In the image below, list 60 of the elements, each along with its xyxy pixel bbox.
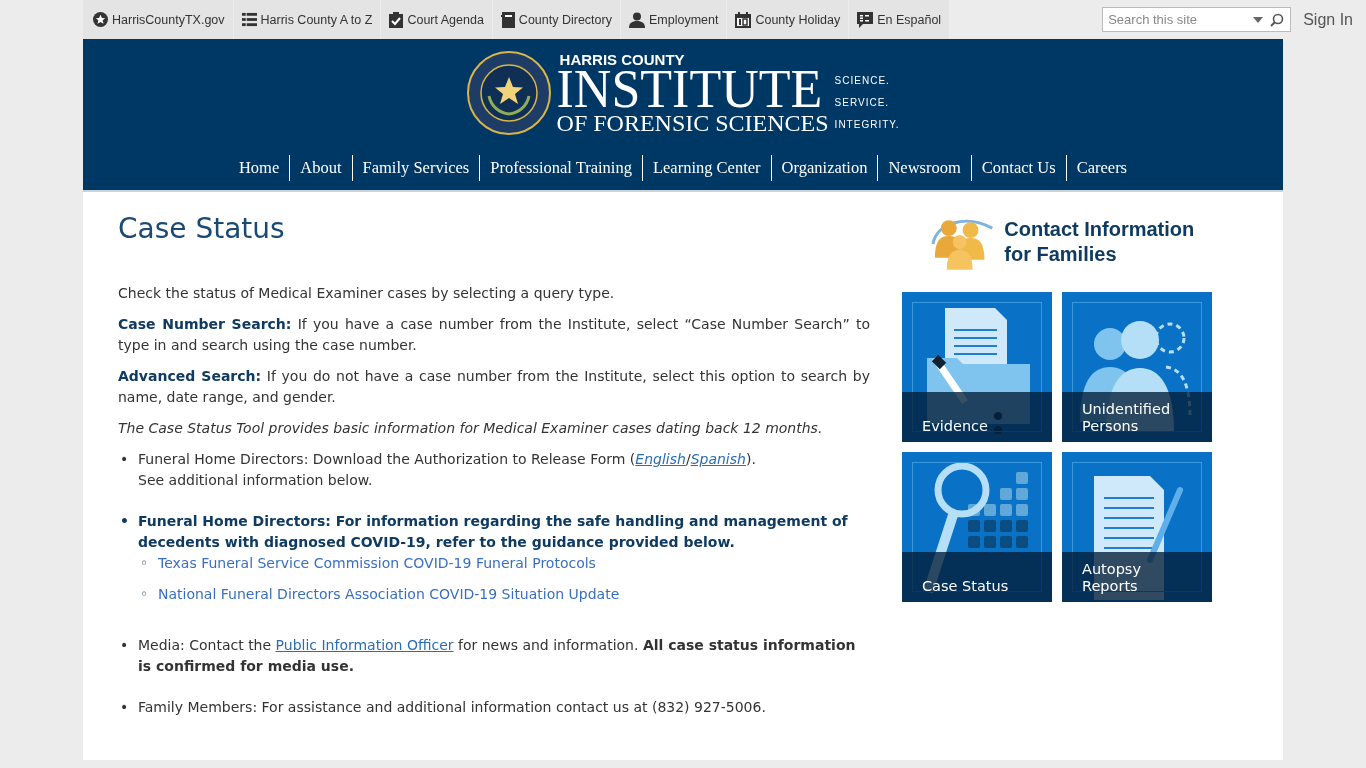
top-link[interactable]: Court Agenda: [381, 0, 492, 39]
list-item-text: Family Members: For assistance and additional information contact us at (832) 927-5006.: [138, 698, 766, 717]
link[interactable]: National Funeral Directors Association COVID-19 Situation Update: [158, 584, 620, 605]
nav-tile[interactable]: Autopsy Reports: [1062, 452, 1212, 602]
link[interactable]: Public Information Officer: [275, 637, 454, 653]
paragraph: Check the status of Medical Examiner cases by selecting a query type.: [118, 284, 616, 303]
paragraph: Case Number Search: If you have a case number from the Institute, select “Case Number Search” to type in and search using the case number.: [118, 315, 870, 355]
nav-link[interactable]: Learning Center: [641, 155, 771, 181]
org-name: HARRIS COUNTY: [559, 51, 686, 67]
speech-bubble-icon: [857, 11, 874, 28]
clipboard-icon: [389, 11, 404, 28]
top-link[interactable]: Employment: [620, 0, 727, 39]
top-link[interactable]: Harris County A to Z: [233, 0, 381, 39]
motto: SERVICE.: [834, 96, 891, 108]
top-link[interactable]: County Directory: [492, 0, 620, 39]
motto: INTEGRITY.: [834, 118, 900, 130]
nav-link[interactable]: Organization: [770, 155, 878, 181]
bullet-mark: •: [119, 636, 130, 655]
site-title: INSTITUTE: [556, 65, 823, 112]
nav-link[interactable]: Home: [228, 155, 290, 181]
list-icon: [241, 12, 257, 27]
contact-families-link[interactable]: Contact Information for Families: [1004, 217, 1212, 267]
page-title: Case Status: [118, 212, 286, 245]
list-item-text: Funeral Home Directors: For information regarding the safe handling and management of decedents with diagnosed COVID-19, refer to the guidance provided below.: [138, 512, 849, 552]
search-icon: [1270, 13, 1285, 27]
calendar-icon: [735, 11, 752, 28]
bullet-mark: ◦: [139, 554, 150, 573]
nav-link[interactable]: Newsroom: [877, 155, 971, 181]
nav-tile[interactable]: Case Status: [902, 452, 1052, 602]
seal-icon: [466, 51, 551, 135]
motto: SCIENCE.: [834, 74, 891, 86]
site-subtitle: OF FORENSIC SCIENCES: [556, 110, 829, 135]
sign-in-link[interactable]: Sign In: [1303, 10, 1353, 29]
top-link[interactable]: County Holiday: [727, 0, 849, 39]
nav-link[interactable]: Careers: [1065, 155, 1138, 181]
book-icon: [500, 11, 515, 28]
search-field[interactable]: Search this site: [1102, 7, 1292, 32]
link[interactable]: English: [635, 451, 686, 467]
list-item-text: Funeral Home Directors: Download the Authorization to Release Form (English/Spanish).: [138, 450, 756, 469]
bullet-mark: •: [119, 512, 130, 531]
paragraph: The Case Status Tool provides basic information for Medical Examiner cases dating back 12 months.: [118, 419, 824, 438]
person-icon: [628, 11, 645, 28]
nav-tile[interactable]: Evidence: [902, 292, 1052, 442]
bullet-mark: •: [119, 698, 130, 717]
caret-icon: [1253, 17, 1264, 23]
nav-link[interactable]: Contact Us: [970, 155, 1066, 181]
nav-link[interactable]: About: [289, 155, 352, 181]
top-link[interactable]: HarrisCountyTX.gov: [83, 0, 233, 39]
top-link[interactable]: En Español: [849, 0, 950, 39]
link[interactable]: Texas Funeral Service Commission COVID-19 Funeral Protocols: [158, 553, 596, 574]
bullet-mark: •: [119, 450, 130, 469]
list-item-text: Media: Contact the Public Information Officer for news and information. All case status information is confirmed for media use.: [138, 636, 857, 676]
paragraph: Advanced Search: If you do not have a case number from the Institute, select this option to search by name, date range, and gender.: [118, 367, 870, 407]
nav-link[interactable]: Professional Training: [479, 155, 642, 181]
link[interactable]: Spanish: [690, 451, 746, 467]
nav-link[interactable]: Family Services: [351, 155, 480, 181]
nav-tile[interactable]: Unidentified Persons: [1062, 292, 1212, 442]
bullet-mark: ◦: [139, 585, 150, 604]
list-item-text: See additional information below.: [138, 471, 373, 490]
star-icon: [93, 12, 108, 27]
